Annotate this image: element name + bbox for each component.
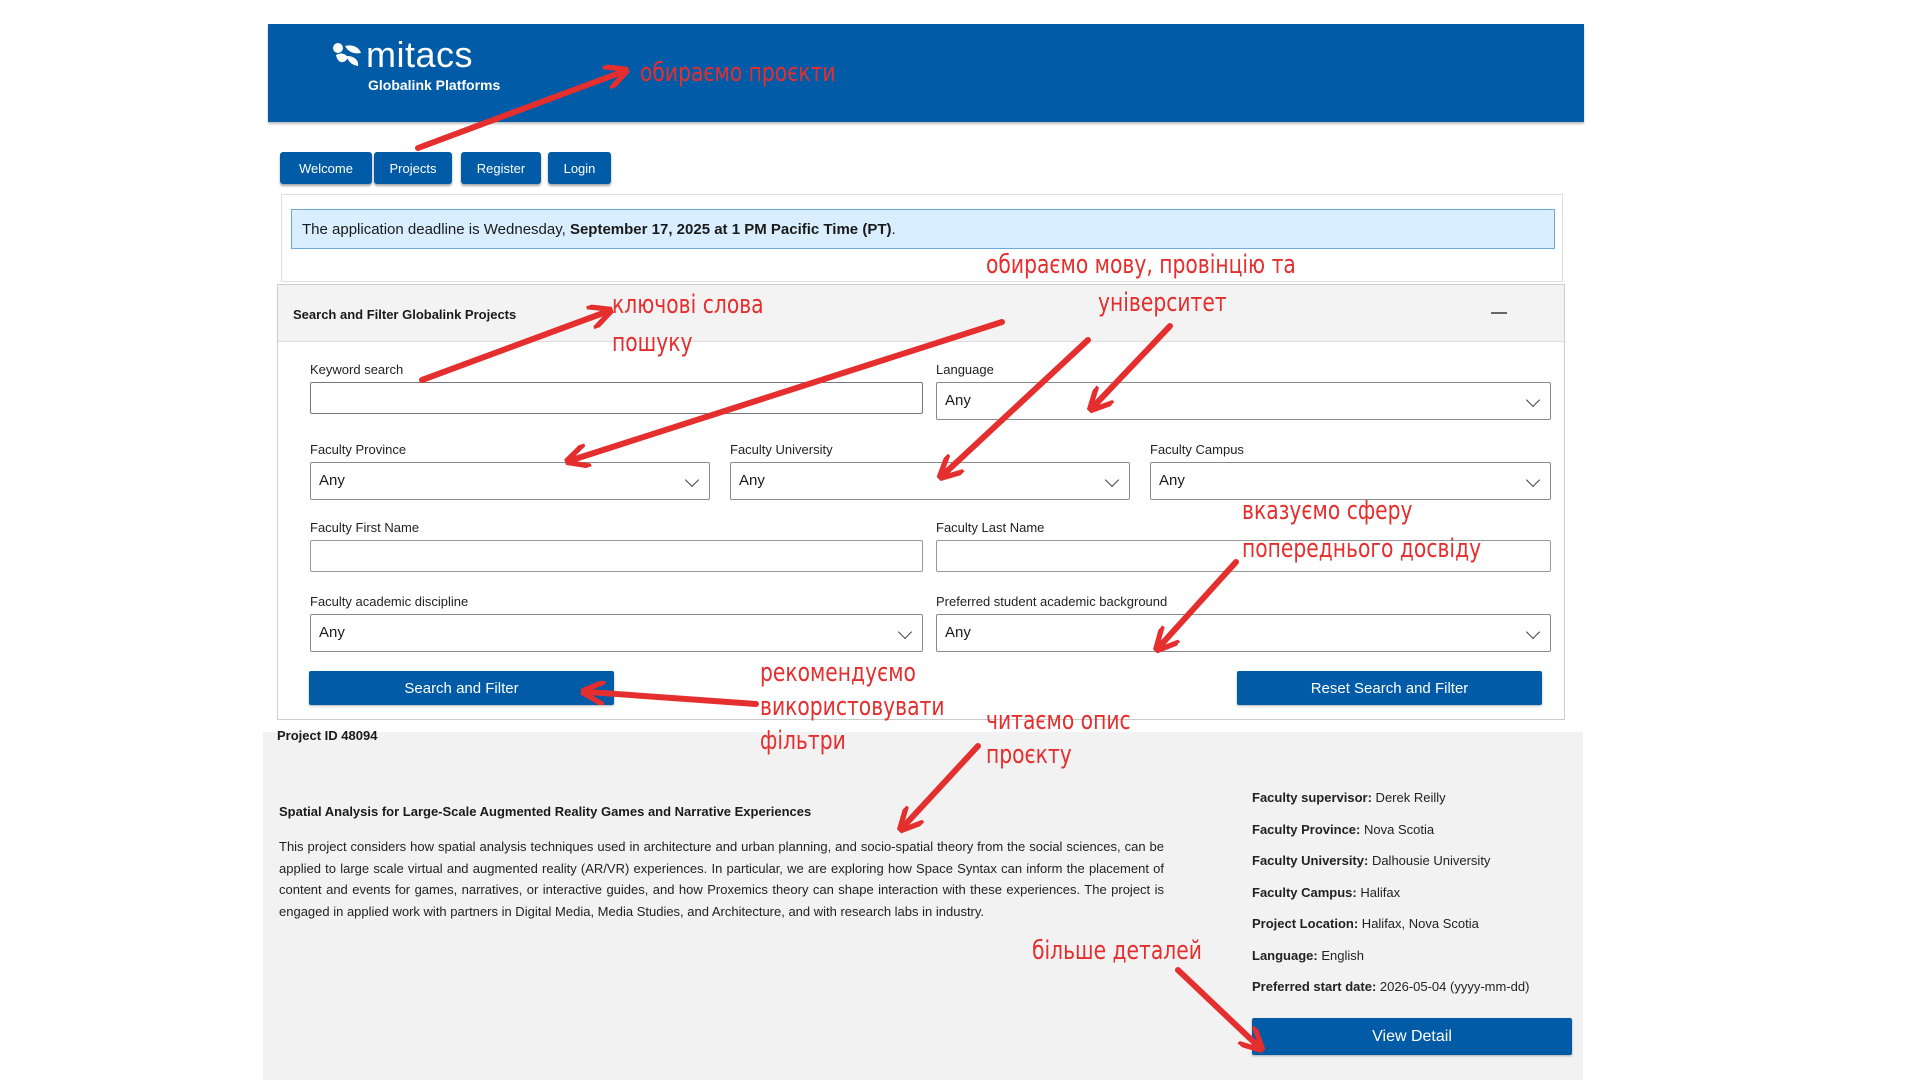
deadline-suffix: . [891,221,896,238]
annotation-projects: обираємо проєкти [640,58,836,88]
meta-key: Faculty supervisor: [1252,790,1372,805]
reset-filter-button[interactable]: Reset Search and Filter [1237,671,1542,705]
meta-value: Derek Reilly [1371,790,1446,805]
filter-panel-title: Search and Filter Globalink Projects [293,307,517,322]
meta-key: Preferred start date: [1252,979,1377,994]
meta-province: Faculty Province: Nova Scotia [1252,822,1434,837]
chevron-down-icon [1525,392,1541,408]
site-header: mitacs Globalink Platforms [268,24,1584,122]
annotation-experience-2: попереднього досвіду [1242,534,1482,564]
annotation-filters-2: використовувати [760,692,945,722]
meta-campus: Faculty Campus: Halifax [1252,885,1400,900]
chevron-down-icon [1104,472,1120,488]
faculty-province-value: Any [319,472,345,489]
brand-name: mitacs [366,34,474,75]
meta-key: Faculty Campus: [1252,885,1357,900]
chevron-down-icon [1525,624,1541,640]
faculty-campus-value: Any [1159,472,1185,489]
keyword-search-input[interactable] [310,382,923,414]
annotation-experience-1: вказуємо сферу [1242,496,1413,526]
keyword-search-label: Keyword search [310,362,404,377]
meta-key: Language: [1252,948,1318,963]
deadline-banner: The application deadline is Wednesday, S… [291,209,1555,249]
student-background-label: Preferred student academic background [936,594,1168,609]
faculty-campus-label: Faculty Campus [1150,442,1244,457]
meta-key: Project Location: [1252,916,1359,931]
student-background-select[interactable]: Any [936,614,1551,652]
language-value: Any [945,392,971,409]
faculty-university-label: Faculty University [730,442,833,457]
faculty-first-name-label: Faculty First Name [310,520,420,535]
faculty-last-name-label: Faculty Last Name [936,520,1045,535]
meta-location: Project Location: Halifax, Nova Scotia [1252,916,1479,931]
annotation-read-1: читаємо опис [986,706,1131,736]
deadline-date: September 17, 2025 at 1 PM Pacific Time … [569,221,892,238]
meta-key: Faculty University: [1252,853,1369,868]
annotation-details: більше деталей [1032,936,1202,966]
annotation-language-1: обираємо мову, провінцію та [986,250,1296,280]
collapse-icon[interactable] [1491,312,1507,314]
search-filter-button[interactable]: Search and Filter [309,671,614,705]
meta-value: 2026-05-04 (yyyy-mm-dd) [1376,979,1530,994]
meta-university: Faculty University: Dalhousie University [1252,853,1490,868]
chevron-down-icon [1525,472,1541,488]
faculty-discipline-select[interactable]: Any [310,614,923,652]
brand-subtitle: Globalink Platforms [368,77,501,93]
meta-value: Nova Scotia [1360,822,1435,837]
nav-register-button[interactable]: Register [461,152,541,184]
annotation-keywords-1: ключові слова [612,290,764,320]
project-id: Project ID 48094 [277,728,378,743]
meta-value: Halifax, Nova Scotia [1358,916,1479,931]
language-select[interactable]: Any [936,382,1551,420]
chevron-down-icon [897,624,913,640]
meta-value: Halifax [1356,885,1401,900]
deadline-prefix: The application deadline is Wednesday, [302,221,570,238]
filter-panel-header[interactable]: Search and Filter Globalink Projects [278,285,1564,342]
meta-start-date: Preferred start date: 2026-05-04 (yyyy-m… [1252,979,1529,994]
annotation-read-2: проєкту [986,740,1072,770]
nav-welcome-button[interactable]: Welcome [280,152,372,184]
annotation-filters-3: фільтри [760,726,846,756]
project-title: Spatial Analysis for Large-Scale Augment… [279,804,812,819]
mitacs-logo-icon [333,43,361,66]
annotation-filters-1: рекомендуємо [760,658,916,688]
faculty-discipline-value: Any [319,624,345,641]
view-detail-button[interactable]: View Detail [1252,1018,1572,1055]
meta-supervisor: Faculty supervisor: Derek Reilly [1252,790,1446,805]
chevron-down-icon [684,472,700,488]
nav-projects-button[interactable]: Projects [374,152,452,184]
annotation-keywords-2: пошуку [612,328,693,358]
annotation-language-2: університет [1098,288,1227,318]
faculty-first-name-input[interactable] [310,540,923,572]
nav-login-button[interactable]: Login [548,152,611,184]
meta-value: Dalhousie University [1368,853,1491,868]
faculty-province-select[interactable]: Any [310,462,710,500]
faculty-university-value: Any [739,472,765,489]
faculty-discipline-label: Faculty academic discipline [310,594,469,609]
meta-language: Language: English [1252,948,1364,963]
faculty-university-select[interactable]: Any [730,462,1130,500]
project-description: This project considers how spatial analy… [279,839,1164,919]
faculty-province-label: Faculty Province [310,442,407,457]
meta-value: English [1317,948,1364,963]
student-background-value: Any [945,624,971,641]
language-label: Language [936,362,994,377]
meta-key: Faculty Province: [1252,822,1361,837]
